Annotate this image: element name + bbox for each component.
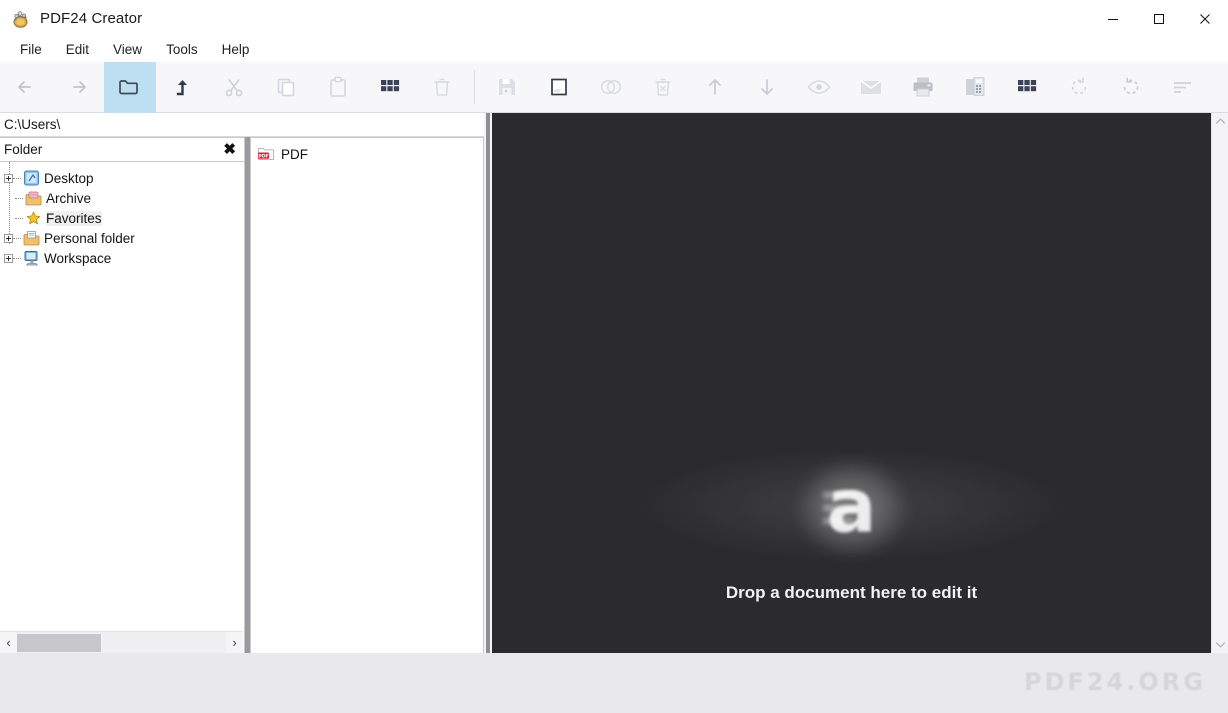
down-chevron-icon[interactable]: [1212, 636, 1228, 653]
folder-icon[interactable]: [104, 61, 156, 113]
page-icon[interactable]: [533, 62, 585, 113]
mail-icon[interactable]: [845, 62, 897, 113]
minimize-button[interactable]: [1090, 0, 1136, 37]
menu-bar: File Edit View Tools Help: [0, 37, 1228, 62]
tree-item-label: Workspace: [44, 250, 112, 266]
pdf24-creator-window: PDF24 Creator File Edit View Tools Help: [0, 0, 1228, 713]
path-text: C:\Users\: [4, 117, 61, 132]
tree-item-archive[interactable]: Archive: [0, 188, 244, 208]
folder-tree-body: Desktop Archive Favorites Personal folde…: [0, 162, 244, 630]
back-arrow-icon[interactable]: [0, 62, 52, 113]
maximize-button[interactable]: [1136, 0, 1182, 37]
tree-horizontal-scrollbar[interactable]: ‹ ›: [0, 631, 243, 654]
expand-icon[interactable]: [4, 253, 13, 263]
folder-tree-header: Folder ✖: [0, 138, 244, 162]
scroll-left-icon[interactable]: ‹: [0, 632, 17, 654]
svg-text:PDF: PDF: [258, 153, 268, 159]
logo-glyph: a: [826, 463, 877, 550]
path-bar[interactable]: C:\Users\: [0, 113, 491, 137]
personal-folder-icon: [23, 230, 40, 246]
document-drop-area[interactable]: a Drop a document here to edit it: [492, 113, 1211, 653]
toolbar: [0, 61, 1228, 113]
trash-icon[interactable]: [416, 62, 468, 113]
panel-splitter-right[interactable]: [484, 113, 492, 653]
tree-connector: [15, 197, 23, 199]
scroll-right-icon[interactable]: ›: [226, 632, 243, 654]
pdf24-logo-icon: [10, 9, 30, 29]
pdf-folder-icon: PDF: [257, 145, 275, 163]
scissors-icon[interactable]: [208, 62, 260, 113]
tree-connector: [15, 217, 23, 219]
window-title: PDF24 Creator: [40, 10, 143, 27]
merge-icon[interactable]: [585, 62, 637, 113]
scrollbar-thumb[interactable]: [17, 633, 101, 652]
expand-icon[interactable]: [4, 233, 13, 243]
tree-item-desktop[interactable]: Desktop: [0, 168, 244, 188]
grid-icon-2[interactable]: [1001, 62, 1053, 113]
rotate-left-icon[interactable]: [1053, 62, 1105, 113]
tree-connector: [13, 237, 21, 239]
file-list-item-label: PDF: [281, 146, 308, 162]
menu-help[interactable]: Help: [210, 39, 262, 60]
preview-eye-icon[interactable]: [793, 62, 845, 113]
menu-file[interactable]: File: [8, 39, 54, 60]
tree-connector: [13, 177, 21, 179]
fax-icon[interactable]: [949, 62, 1001, 113]
file-list-panel: PDF PDF: [250, 137, 484, 653]
tree-item-label: Archive: [46, 190, 92, 206]
save-icon[interactable]: [481, 62, 533, 113]
tree-item-workspace[interactable]: Workspace: [0, 248, 244, 268]
folder-tree-panel: Folder ✖ Desktop Archive Favorites Perso…: [0, 137, 245, 654]
file-list-item[interactable]: PDF PDF: [251, 142, 483, 166]
up-folder-icon[interactable]: [156, 62, 208, 113]
close-button[interactable]: [1182, 0, 1228, 37]
copy-icon[interactable]: [260, 62, 312, 113]
paste-icon[interactable]: [312, 62, 364, 113]
move-down-icon[interactable]: [741, 62, 793, 113]
tree-item-personal-folder[interactable]: Personal folder: [0, 228, 244, 248]
delete-page-icon[interactable]: [637, 62, 689, 113]
up-chevron-icon[interactable]: [1212, 113, 1228, 130]
menu-tools[interactable]: Tools: [154, 39, 210, 60]
drop-area-logo: a: [772, 428, 932, 588]
rotate-right-icon[interactable]: [1105, 62, 1157, 113]
forward-arrow-icon[interactable]: [52, 62, 104, 113]
tree-item-label: Desktop: [44, 170, 94, 186]
grid-icon[interactable]: [364, 62, 416, 113]
toolbar-separator: [474, 70, 475, 104]
print-icon[interactable]: [897, 62, 949, 113]
menu-view[interactable]: View: [101, 39, 154, 60]
archive-folder-icon: [25, 190, 42, 206]
workspace-icon: [23, 250, 40, 266]
tree-item-favorites[interactable]: Favorites: [0, 208, 244, 228]
scrollbar-track[interactable]: [17, 631, 226, 654]
window-controls: [1090, 0, 1228, 37]
folder-tree-title: Folder: [4, 142, 43, 157]
close-icon[interactable]: ✖: [221, 142, 238, 157]
tree-item-label: Favorites: [46, 210, 102, 226]
drop-area-message: Drop a document here to edit it: [725, 583, 978, 602]
star-icon: [25, 210, 42, 226]
move-up-icon[interactable]: [689, 62, 741, 113]
menu-edit[interactable]: Edit: [54, 39, 101, 60]
main-vertical-scrollbar[interactable]: [1211, 113, 1228, 653]
expand-icon[interactable]: [4, 173, 13, 183]
tree-item-label: Personal folder: [44, 230, 135, 246]
desktop-icon: [23, 170, 40, 186]
sort-icon[interactable]: [1157, 62, 1209, 113]
tree-connector: [13, 257, 21, 259]
title-bar: PDF24 Creator: [0, 0, 1228, 37]
pdf24-watermark: PDF24.ORG: [1023, 668, 1206, 696]
